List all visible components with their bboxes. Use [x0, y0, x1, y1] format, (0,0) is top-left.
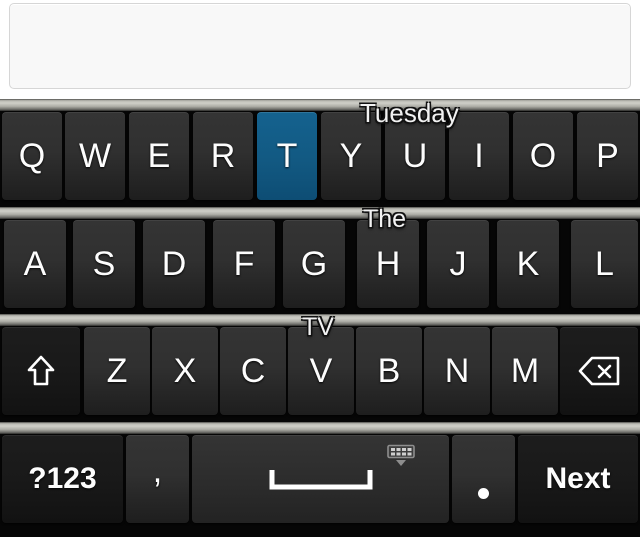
text-input-field[interactable]	[9, 3, 631, 89]
key-w[interactable]: W	[65, 112, 125, 200]
key-q[interactable]: Q	[2, 112, 62, 200]
key-s[interactable]: S	[73, 220, 135, 308]
keyboard-divider-top	[0, 99, 640, 111]
key-backspace[interactable]	[560, 327, 638, 415]
key-h[interactable]: H	[357, 220, 419, 308]
keyboard-row-2: A S D F G H J K L	[0, 220, 640, 314]
key-u[interactable]: U	[385, 112, 445, 200]
key-b[interactable]: B	[356, 327, 422, 415]
keyboard-row-4: ?123 , Next	[0, 435, 640, 537]
keyboard-divider-2	[0, 314, 640, 326]
key-v[interactable]: V	[288, 327, 354, 415]
key-shift[interactable]	[2, 327, 80, 415]
key-p[interactable]: P	[577, 112, 638, 200]
key-symbols[interactable]: ?123	[2, 435, 123, 523]
key-k[interactable]: K	[497, 220, 559, 308]
key-period[interactable]	[452, 435, 515, 523]
key-t[interactable]: T	[257, 112, 317, 200]
key-x[interactable]: X	[152, 327, 218, 415]
keyboard-row-3: Z X C V B N M	[0, 327, 640, 422]
key-r[interactable]: R	[193, 112, 253, 200]
key-a[interactable]: A	[4, 220, 66, 308]
key-j[interactable]: J	[427, 220, 489, 308]
text-input-area	[0, 0, 640, 99]
key-i[interactable]: I	[449, 112, 509, 200]
hide-keyboard-icon[interactable]	[386, 444, 416, 468]
arrow-up-icon	[26, 354, 56, 388]
keyboard-divider-1	[0, 207, 640, 219]
key-d[interactable]: D	[143, 220, 205, 308]
keyboard-divider-3	[0, 422, 640, 434]
key-z[interactable]: Z	[84, 327, 150, 415]
key-f[interactable]: F	[213, 220, 275, 308]
key-c[interactable]: C	[220, 327, 286, 415]
key-o[interactable]: O	[513, 112, 573, 200]
key-next[interactable]: Next	[518, 435, 638, 523]
space-icon	[269, 468, 373, 490]
key-n[interactable]: N	[424, 327, 490, 415]
key-l[interactable]: L	[571, 220, 638, 308]
key-e[interactable]: E	[129, 112, 189, 200]
on-screen-keyboard: Q W E R T Y U I O P A S D F G H J K L Z …	[0, 99, 640, 537]
keyboard-row-1: Q W E R T Y U I O P	[0, 112, 640, 207]
key-space[interactable]	[192, 435, 449, 523]
key-comma[interactable]: ,	[126, 435, 189, 523]
key-y[interactable]: Y	[321, 112, 381, 200]
period-dot-icon	[478, 474, 489, 499]
key-g[interactable]: G	[283, 220, 345, 308]
key-m[interactable]: M	[492, 327, 558, 415]
backspace-icon	[578, 356, 620, 386]
